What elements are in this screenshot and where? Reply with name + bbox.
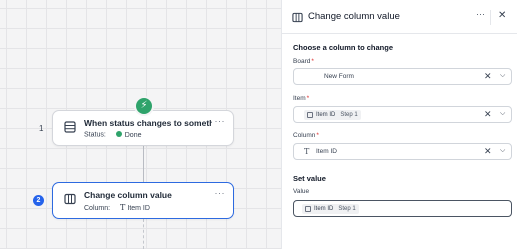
lightning-icon: ⚡ <box>136 98 152 114</box>
more-options-button[interactable]: ··· <box>215 188 226 198</box>
action-node-title: Change column value <box>84 190 172 200</box>
panel-header: Change column value ··· ✕ <box>282 0 517 34</box>
chevron-down-icon[interactable]: ⌵ <box>500 110 505 118</box>
item-id-chip[interactable]: Item ID Step 1 <box>304 110 361 120</box>
item-select[interactable]: Item ID Step 1 ✕ ⌵ <box>293 106 512 123</box>
action-node[interactable]: Change column value ··· Column: T Item ID <box>52 182 234 219</box>
side-panel: Change column value ··· ✕ Choose a colum… <box>281 0 517 249</box>
panel-title: Change column value <box>308 11 400 22</box>
clear-icon[interactable]: ✕ <box>484 146 492 157</box>
chevron-down-icon[interactable]: ⌵ <box>500 147 505 155</box>
trigger-node[interactable]: When status changes to somethi... ··· St… <box>52 110 234 146</box>
column-select-value: Item ID <box>316 148 337 155</box>
close-icon[interactable]: ✕ <box>498 10 506 21</box>
clear-icon[interactable]: ✕ <box>484 109 492 120</box>
chevron-down-icon[interactable]: ⌵ <box>500 72 505 80</box>
connector-line <box>143 146 144 182</box>
more-options-button[interactable]: ··· <box>215 116 226 126</box>
section-title: Set value <box>293 174 326 183</box>
status-value: Done <box>124 131 142 139</box>
status-label: Status: <box>84 131 106 139</box>
value-label: Value <box>293 188 310 195</box>
column-icon <box>64 193 76 205</box>
action-node-column: Column: T Item ID <box>84 203 150 212</box>
board-select-value: New Form <box>324 73 354 80</box>
step-number: 1 <box>39 124 44 133</box>
column-icon <box>292 12 303 23</box>
workflow-canvas[interactable]: ⚡ 1 When status changes to somethi... ··… <box>0 0 281 249</box>
table-icon <box>64 121 76 133</box>
board-select[interactable]: New Form ✕ ⌵ <box>293 68 512 85</box>
table-icon <box>305 206 311 212</box>
text-type-icon: T <box>120 203 126 212</box>
column-label: Column: <box>84 205 111 212</box>
section-title: Choose a column to change <box>293 43 394 52</box>
step-number-badge: 2 <box>33 195 44 206</box>
connector-line-dashed <box>143 219 144 249</box>
item-label: Item* <box>293 95 310 102</box>
table-icon <box>307 112 313 118</box>
text-type-icon: T <box>304 147 310 156</box>
more-options-button[interactable]: ··· <box>476 9 485 19</box>
item-id-chip[interactable]: Item ID Step 1 <box>302 204 359 214</box>
trigger-node-status: Status: Done <box>84 131 141 139</box>
status-dot-icon <box>115 131 122 137</box>
value-input[interactable]: Item ID Step 1 <box>293 200 512 217</box>
clear-icon[interactable]: ✕ <box>484 71 492 82</box>
column-select[interactable]: T Item ID ✕ ⌵ <box>293 143 512 160</box>
header-divider <box>490 10 491 25</box>
trigger-node-title: When status changes to somethi... <box>84 118 212 128</box>
column-label: Column* <box>293 132 319 139</box>
board-label: Board* <box>293 58 314 65</box>
column-value: Item ID <box>127 205 150 212</box>
